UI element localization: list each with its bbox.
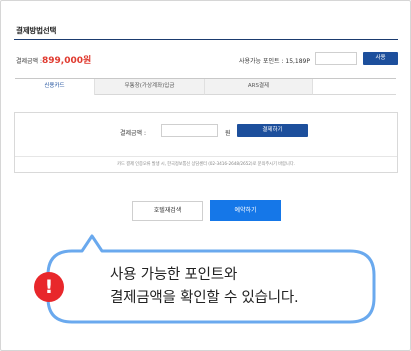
tab-ars-payment[interactable]: ARS결제 — [205, 79, 313, 95]
tab-empty — [313, 79, 396, 95]
payment-amount-label: 결제금액 : — [120, 130, 147, 137]
card-error-notice: 카드 결제 인증오류 발생 시, 한국정보통신 상담센터 (02-3416-26… — [117, 162, 295, 167]
payment-method-tabs: 신용카드 무통장(가상계좌)입금 ARS결제 — [15, 78, 396, 95]
amount-value: 899,000원 — [42, 56, 92, 66]
payment-amount-input[interactable] — [161, 124, 218, 137]
page-title: 결제방법선택 — [16, 26, 57, 35]
points-input[interactable] — [315, 52, 357, 65]
tab-credit-card[interactable]: 신용카드 — [15, 79, 95, 95]
reserve-button[interactable]: 예약하기 — [210, 200, 281, 221]
payment-form-row: 결제금액 : 원 결제하기 — [15, 113, 397, 157]
tab-bank-transfer[interactable]: 무통장(가상계좌)입금 — [95, 79, 205, 95]
pay-button[interactable]: 결제하기 — [237, 124, 308, 137]
hotel-research-button[interactable]: 호텔재검색 — [132, 201, 203, 221]
card-payment-panel: 결제금액 : 원 결제하기 카드 결제 인증오류 발생 시, 한국정보통신 상담… — [14, 112, 398, 173]
currency-unit: 원 — [225, 130, 231, 137]
available-points-label: 사용가능 포인트 : 15,189P — [239, 58, 310, 65]
title-divider — [14, 39, 398, 40]
amount-row: 결제금액 : 899,000원 사용가능 포인트 : 15,189P 사용 — [16, 52, 398, 67]
use-points-button[interactable]: 사용 — [363, 52, 398, 65]
amount-label: 결제금액 : — [16, 58, 43, 65]
